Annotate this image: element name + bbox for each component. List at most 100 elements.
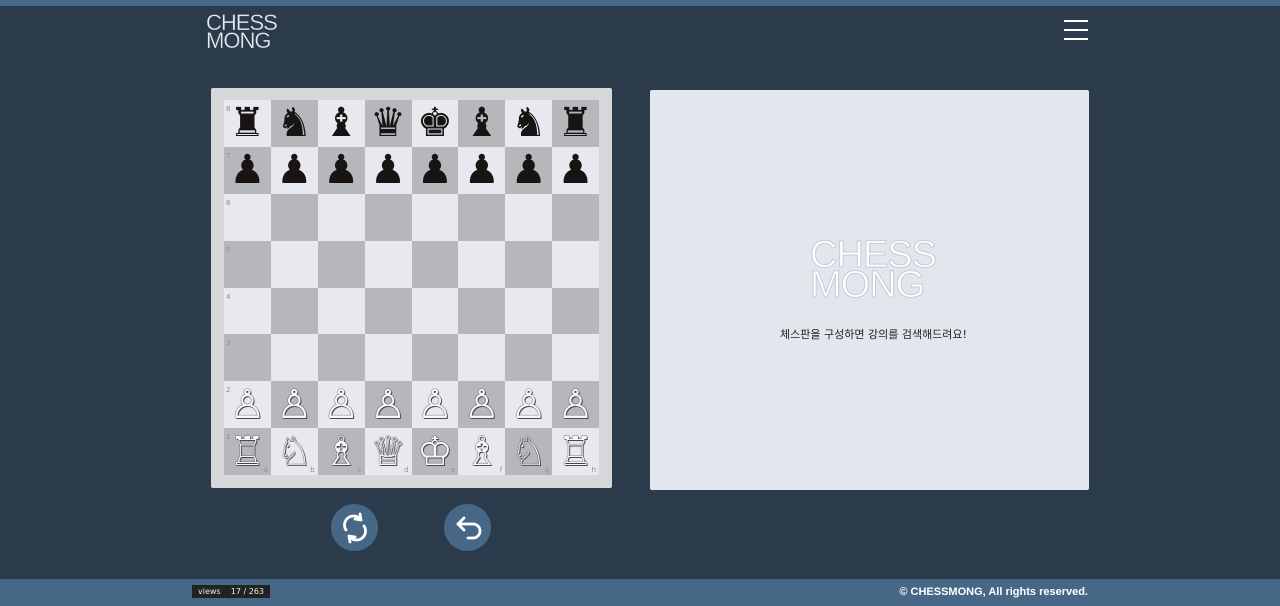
board-square-c4[interactable] [317, 287, 365, 335]
board-square-a4[interactable]: 4 [224, 287, 271, 335]
board-square-c3[interactable] [317, 334, 365, 382]
black-piece[interactable]: ♟ [323, 150, 359, 190]
board-square-b1[interactable]: b ♘ [270, 428, 318, 475]
hamburger-menu-icon[interactable] [1064, 20, 1090, 42]
board-square-c6[interactable] [317, 193, 365, 241]
white-piece[interactable]: ♙ [417, 385, 453, 425]
board-square-d1[interactable]: d ♕ [364, 428, 412, 475]
board-square-d3[interactable] [364, 334, 412, 382]
board-square-d6[interactable] [364, 193, 412, 241]
black-piece[interactable]: ♟ [230, 150, 266, 190]
board-square-a5[interactable]: 5 [224, 240, 271, 288]
board-square-g5[interactable] [505, 240, 553, 288]
black-piece[interactable]: ♝ [464, 103, 500, 143]
black-piece[interactable]: ♞ [511, 103, 547, 143]
board-square-e6[interactable] [411, 193, 459, 241]
board-square-g4[interactable] [505, 287, 553, 335]
board-square-f7[interactable]: ♟ [458, 146, 506, 194]
black-piece[interactable]: ♟ [558, 150, 594, 190]
white-piece[interactable]: ♕ [370, 432, 406, 472]
white-piece[interactable]: ♙ [276, 385, 312, 425]
board-square-f2[interactable]: ♙ [458, 381, 506, 429]
black-piece[interactable]: ♟ [417, 150, 453, 190]
board-square-f3[interactable] [458, 334, 506, 382]
board-square-h6[interactable] [552, 193, 599, 241]
black-piece[interactable]: ♚ [417, 103, 453, 143]
white-piece[interactable]: ♙ [464, 385, 500, 425]
board-square-f8[interactable]: ♝ [458, 100, 506, 147]
white-piece[interactable]: ♗ [323, 432, 359, 472]
board-square-f1[interactable]: f ♗ [458, 428, 506, 475]
board-square-a1[interactable]: 1 a ♖ [224, 428, 271, 475]
board-square-c8[interactable]: ♝ [317, 100, 365, 147]
board-square-e4[interactable] [411, 287, 459, 335]
board-square-e8[interactable]: ♚ [411, 100, 459, 147]
black-piece[interactable]: ♜ [558, 103, 594, 143]
board-square-e7[interactable]: ♟ [411, 146, 459, 194]
board-square-c7[interactable]: ♟ [317, 146, 365, 194]
board-square-g8[interactable]: ♞ [505, 100, 553, 147]
board-square-h4[interactable] [552, 287, 599, 335]
rotate-board-button[interactable] [331, 504, 378, 551]
board-square-d5[interactable] [364, 240, 412, 288]
board-square-e5[interactable] [411, 240, 459, 288]
board-square-c1[interactable]: c ♗ [317, 428, 365, 475]
board-square-h1[interactable]: h ♖ [552, 428, 599, 475]
board-square-h5[interactable] [552, 240, 599, 288]
board-square-a6[interactable]: 6 [224, 193, 271, 241]
board-square-e1[interactable]: e ♔ [411, 428, 459, 475]
board-square-f6[interactable] [458, 193, 506, 241]
black-piece[interactable]: ♟ [370, 150, 406, 190]
board-square-c5[interactable] [317, 240, 365, 288]
white-piece[interactable]: ♙ [323, 385, 359, 425]
board-square-d8[interactable]: ♛ [364, 100, 412, 147]
board-square-g7[interactable]: ♟ [505, 146, 553, 194]
white-piece[interactable]: ♖ [230, 432, 266, 472]
white-piece[interactable]: ♙ [230, 385, 266, 425]
white-piece[interactable]: ♘ [511, 432, 547, 472]
board-square-g1[interactable]: g ♘ [505, 428, 553, 475]
board-square-d4[interactable] [364, 287, 412, 335]
board-square-e2[interactable]: ♙ [411, 381, 459, 429]
white-piece[interactable]: ♙ [558, 385, 594, 425]
black-piece[interactable]: ♟ [511, 150, 547, 190]
board-square-f4[interactable] [458, 287, 506, 335]
chess-board[interactable]: 8 ♜ ♞ ♝ ♛ ♚ ♝ ♞ ♜ 7 ♟ ♟ ♟ ♟ ♟ ♟ ♟ ♟ 6 5 4 3 2 ♙ ♙ ♙ ♙ ♙ ♙ ♙ ♙ 1 a ♖ b ♘ c ♗ d ♕… [224, 100, 599, 475]
white-piece[interactable]: ♙ [511, 385, 547, 425]
board-square-d7[interactable]: ♟ [364, 146, 412, 194]
board-square-b2[interactable]: ♙ [270, 381, 318, 429]
board-square-a3[interactable]: 3 [224, 334, 271, 382]
undo-move-button[interactable] [444, 504, 491, 551]
board-square-h7[interactable]: ♟ [552, 146, 599, 194]
board-square-h3[interactable] [552, 334, 599, 382]
board-square-b8[interactable]: ♞ [270, 100, 318, 147]
black-piece[interactable]: ♜ [230, 103, 266, 143]
board-square-f5[interactable] [458, 240, 506, 288]
board-square-a2[interactable]: 2 ♙ [224, 381, 271, 429]
white-piece[interactable]: ♗ [464, 432, 500, 472]
white-piece[interactable]: ♙ [370, 385, 406, 425]
black-piece[interactable]: ♟ [464, 150, 500, 190]
board-square-h8[interactable]: ♜ [552, 100, 599, 147]
board-square-h2[interactable]: ♙ [552, 381, 599, 429]
board-square-g6[interactable] [505, 193, 553, 241]
black-piece[interactable]: ♝ [323, 103, 359, 143]
board-square-a7[interactable]: 7 ♟ [224, 146, 271, 194]
board-square-b3[interactable] [270, 334, 318, 382]
board-square-b5[interactable] [270, 240, 318, 288]
white-piece[interactable]: ♖ [558, 432, 594, 472]
board-square-c2[interactable]: ♙ [317, 381, 365, 429]
board-square-b7[interactable]: ♟ [270, 146, 318, 194]
board-square-d2[interactable]: ♙ [364, 381, 412, 429]
black-piece[interactable]: ♛ [370, 103, 406, 143]
white-piece[interactable]: ♘ [276, 432, 312, 472]
board-square-e3[interactable] [411, 334, 459, 382]
board-square-b6[interactable] [270, 193, 318, 241]
site-logo[interactable]: CHESS MONG [206, 11, 290, 51]
black-piece[interactable]: ♟ [276, 150, 312, 190]
board-square-a8[interactable]: 8 ♜ [224, 100, 271, 147]
black-piece[interactable]: ♞ [276, 103, 312, 143]
board-square-g3[interactable] [505, 334, 553, 382]
board-square-b4[interactable] [270, 287, 318, 335]
board-square-g2[interactable]: ♙ [505, 381, 553, 429]
